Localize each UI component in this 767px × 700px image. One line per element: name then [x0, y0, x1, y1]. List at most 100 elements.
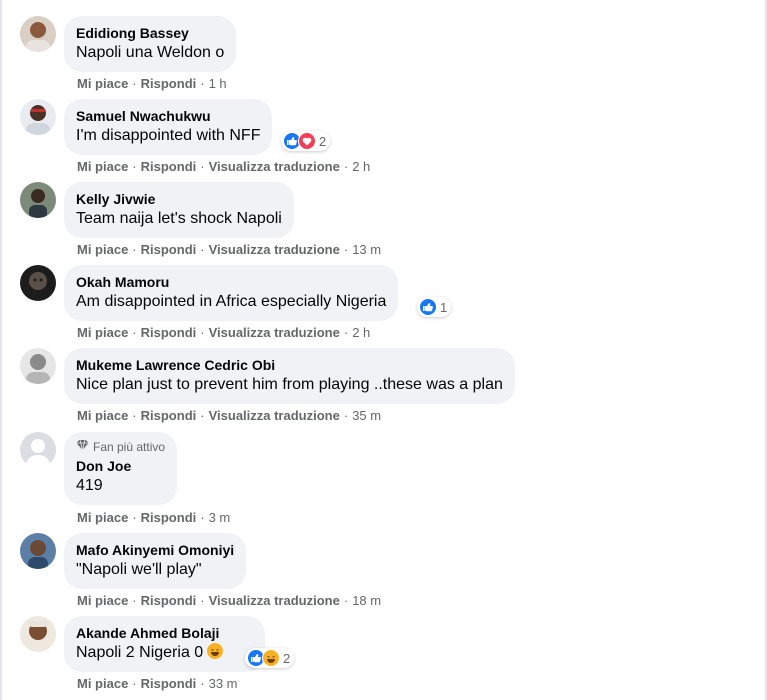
like-link[interactable]: Mi piace	[77, 76, 128, 91]
left-border	[0, 0, 2, 700]
comment-time[interactable]: 18 m	[352, 593, 381, 608]
love-icon	[298, 132, 316, 150]
diamond-icon	[76, 439, 89, 455]
reactions-summary[interactable]: 2	[245, 648, 295, 668]
like-icon	[419, 298, 437, 316]
comment-actions: Mi piace · Rispondi · Visualizza traduzione ·…	[77, 159, 370, 175]
like-link[interactable]: Mi piace	[77, 510, 128, 525]
translate-link[interactable]: Visualizza traduzione	[209, 159, 340, 174]
comment-time[interactable]: 35 m	[352, 408, 381, 423]
avatar[interactable]	[20, 348, 56, 384]
separator: ·	[132, 510, 137, 525]
comment-text-content: Napoli 2 Nigeria 0	[76, 644, 204, 661]
comment-text: 419	[76, 477, 103, 494]
comment-text: Nice plan just to prevent him from playi…	[76, 376, 503, 393]
comment-text: Napoli una Weldon o	[76, 44, 225, 61]
comment-time[interactable]: 2 h	[352, 159, 370, 174]
comment-time[interactable]: 3 m	[209, 510, 231, 525]
comment-actions: Mi piace · Rispondi · Visualizza traduzione ·…	[77, 408, 381, 424]
comment-time[interactable]: 2 h	[352, 325, 370, 340]
comment-actions: Mi piace · Rispondi · Visualizza traduzione ·…	[77, 242, 381, 258]
comment-author[interactable]: Akande Ahmed Bolaji	[76, 624, 223, 642]
comment-author[interactable]: Edidiong Bassey	[76, 24, 224, 42]
top-fan-badge[interactable]: Fan più attivo	[76, 439, 165, 455]
separator: ·	[343, 242, 349, 257]
comment-actions: Mi piace · Rispondi · Visualizza traduzione ·…	[77, 325, 370, 341]
comment-author[interactable]: Okah Mamoru	[76, 273, 386, 291]
reply-link[interactable]: Rispondi	[141, 593, 197, 608]
avatar[interactable]	[20, 16, 56, 52]
comment-author[interactable]: Samuel Nwachukwu	[76, 107, 260, 125]
separator: ·	[132, 159, 137, 174]
comment-bubble: Fan più attivo Don Joe 419	[64, 432, 178, 505]
translate-link[interactable]: Visualizza traduzione	[209, 242, 340, 257]
translate-link[interactable]: Visualizza traduzione	[209, 408, 340, 423]
haha-icon	[262, 649, 280, 667]
reply-link[interactable]: Rispondi	[141, 510, 197, 525]
separator: ·	[343, 593, 349, 608]
comment-text: Team naija let's shock Napoli	[76, 210, 282, 227]
reply-link[interactable]: Rispondi	[141, 408, 197, 423]
comment-text: Am disappointed in Africa especially Nig…	[76, 293, 387, 310]
separator: ·	[200, 408, 205, 423]
laughing-emoji-icon	[207, 643, 224, 659]
reply-link[interactable]: Rispondi	[141, 325, 197, 340]
reactions-summary[interactable]: 1	[417, 297, 452, 317]
translate-link[interactable]: Visualizza traduzione	[209, 325, 340, 340]
comment-author[interactable]: Don Joe	[76, 457, 165, 475]
reply-link[interactable]: Rispondi	[141, 159, 197, 174]
separator: ·	[200, 159, 205, 174]
comment-time[interactable]: 33 m	[209, 676, 238, 691]
comment-bubble: Mafo Akinyemi Omoniyi "Napoli we'll play…	[64, 533, 247, 589]
like-link[interactable]: Mi piace	[77, 159, 128, 174]
separator: ·	[343, 325, 349, 340]
avatar[interactable]	[20, 265, 56, 301]
separator: ·	[132, 325, 137, 340]
comment-bubble: Mukeme Lawrence Cedric Obi Nice plan jus…	[64, 348, 515, 404]
separator: ·	[132, 242, 137, 257]
comment-bubble: Okah Mamoru Am disappointed in Africa es…	[64, 265, 399, 321]
like-link[interactable]: Mi piace	[77, 593, 128, 608]
reply-link[interactable]: Rispondi	[141, 242, 197, 257]
separator: ·	[132, 76, 137, 91]
comment-time[interactable]: 1 h	[209, 76, 227, 91]
comment-time[interactable]: 13 m	[352, 242, 381, 257]
separator: ·	[343, 408, 349, 423]
separator: ·	[343, 159, 349, 174]
separator: ·	[132, 676, 137, 691]
comment-actions: Mi piace · Rispondi · 3 m	[77, 510, 230, 526]
separator: ·	[200, 593, 205, 608]
comment-text: "Napoli we'll play"	[76, 561, 202, 578]
separator: ·	[132, 408, 137, 423]
reply-link[interactable]: Rispondi	[141, 76, 197, 91]
comment-author[interactable]: Mafo Akinyemi Omoniyi	[76, 541, 234, 559]
separator: ·	[200, 676, 205, 691]
avatar[interactable]	[20, 616, 56, 652]
avatar[interactable]	[20, 533, 56, 569]
reaction-count: 1	[440, 299, 448, 315]
comment-text: Napoli 2 Nigeria 0	[76, 642, 224, 663]
avatar[interactable]	[20, 182, 56, 218]
comment-author[interactable]: Mukeme Lawrence Cedric Obi	[76, 356, 503, 374]
badge-label: Fan più attivo	[93, 440, 166, 454]
comment-actions: Mi piace · Rispondi · 33 m	[77, 676, 238, 692]
reaction-count: 2	[283, 650, 291, 666]
like-link[interactable]: Mi piace	[77, 242, 128, 257]
like-link[interactable]: Mi piace	[77, 676, 128, 691]
reactions-summary[interactable]: 2	[281, 131, 331, 151]
reply-link[interactable]: Rispondi	[141, 676, 197, 691]
separator: ·	[132, 593, 137, 608]
reaction-count: 2	[319, 133, 327, 149]
comment-bubble: Akande Ahmed Bolaji Napoli 2 Nigeria 0	[64, 616, 266, 672]
avatar[interactable]	[20, 432, 56, 468]
like-link[interactable]: Mi piace	[77, 408, 128, 423]
separator: ·	[200, 242, 205, 257]
translate-link[interactable]: Visualizza traduzione	[209, 593, 340, 608]
like-link[interactable]: Mi piace	[77, 325, 128, 340]
comment-author[interactable]: Kelly Jivwie	[76, 190, 282, 208]
separator: ·	[200, 76, 205, 91]
avatar[interactable]	[20, 99, 56, 135]
comment-actions: Mi piace · Rispondi · Visualizza traduzione ·…	[77, 593, 381, 609]
comment-text: I'm disappointed with NFF	[76, 127, 261, 144]
separator: ·	[200, 510, 205, 525]
